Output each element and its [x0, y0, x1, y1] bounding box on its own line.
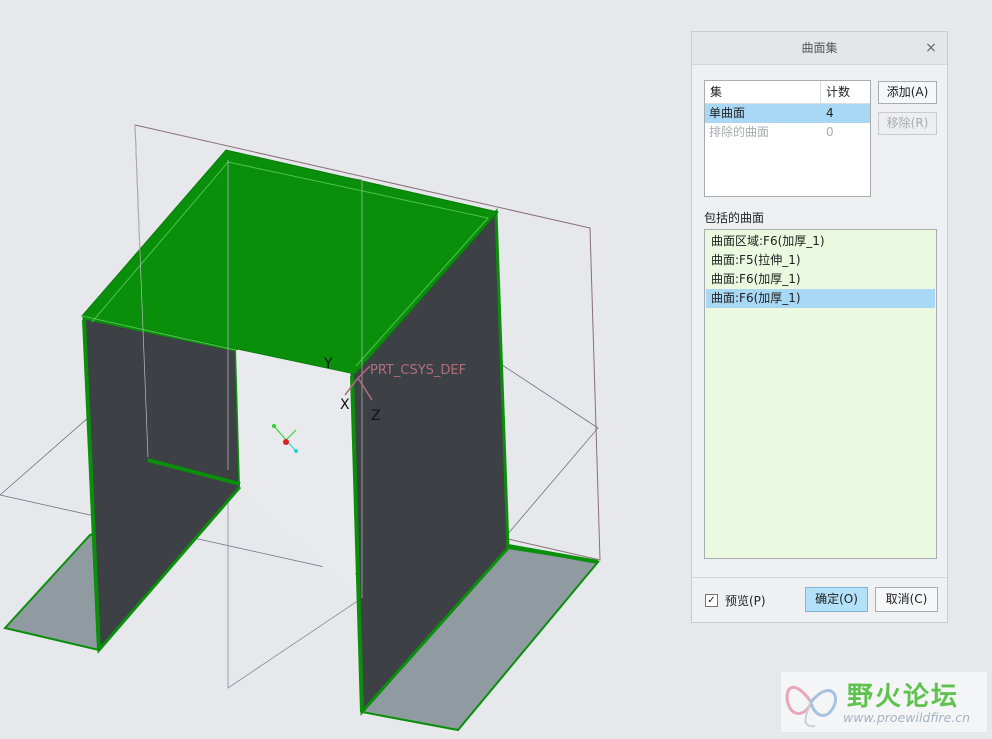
- csys-label: PRT_CSYS_DEF: [370, 363, 466, 378]
- ok-button[interactable]: 确定(O): [805, 587, 868, 612]
- cancel-button[interactable]: 取消(C): [875, 587, 938, 612]
- col-header-set: 集: [705, 81, 821, 103]
- row-name: 排除的曲面: [709, 125, 770, 139]
- list-item[interactable]: 曲面:F6(加厚_1): [706, 270, 935, 289]
- preview-checkbox[interactable]: ✓: [705, 594, 718, 607]
- row-count: 4: [826, 106, 834, 120]
- axis-z-label: Z: [371, 408, 381, 424]
- butterfly-logo-icon: [785, 685, 837, 728]
- preview-checkbox-wrap: ✓ 预览(P): [705, 592, 766, 609]
- add-button[interactable]: 添加(A): [878, 81, 937, 104]
- set-table: 集 计数 单曲面 4 排除的曲面 0: [704, 80, 871, 197]
- col-header-count: 计数: [826, 85, 851, 99]
- watermark-title: 野火论坛: [847, 682, 960, 712]
- footer-divider: [692, 577, 947, 578]
- table-row-excluded-surfaces[interactable]: 排除的曲面 0: [705, 123, 870, 142]
- list-item[interactable]: 曲面:F5(拉伸_1): [706, 251, 935, 270]
- included-surfaces-list[interactable]: 曲面区域:F6(加厚_1) 曲面:F5(拉伸_1) 曲面:F6(加厚_1) 曲面…: [704, 229, 937, 559]
- forum-watermark: 野火论坛 www.proewildfire.cn: [781, 672, 987, 732]
- axis-x-label: X: [340, 397, 350, 413]
- close-icon[interactable]: ×: [923, 40, 939, 56]
- axis-y-label: Y: [323, 356, 333, 372]
- list-item[interactable]: 曲面区域:F6(加厚_1): [706, 232, 935, 251]
- dialog-title: 曲面集: [692, 32, 947, 65]
- row-name: 单曲面: [709, 106, 746, 120]
- table-row-single-surface[interactable]: 单曲面 4: [705, 104, 870, 123]
- watermark-url: www.proewildfire.cn: [843, 710, 971, 725]
- included-surfaces-label: 包括的曲面: [704, 211, 765, 225]
- preview-label: 预览(P): [725, 594, 766, 608]
- remove-button[interactable]: 移除(R): [878, 112, 937, 135]
- list-item[interactable]: 曲面:F6(加厚_1): [706, 289, 935, 308]
- row-count: 0: [826, 125, 834, 139]
- set-table-header: 集 计数: [705, 81, 870, 104]
- left-wall-surface[interactable]: [82, 316, 242, 654]
- surface-set-dialog: 曲面集 × 集 计数 单曲面 4 排除的曲面 0 添加(A) 移除(R) 包括的…: [691, 31, 948, 623]
